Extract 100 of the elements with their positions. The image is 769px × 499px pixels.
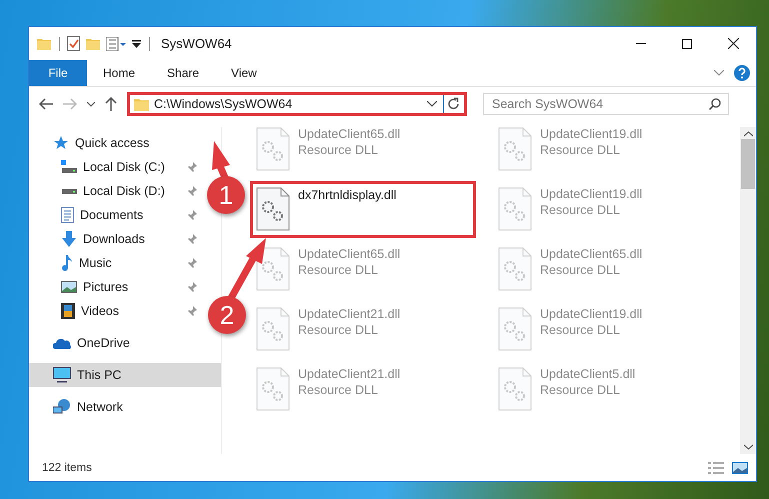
nav-item-label: Network	[77, 400, 124, 414]
music-note-icon	[61, 255, 73, 271]
file-name: UpdateClient21.dll	[298, 307, 400, 321]
minimize-icon	[636, 43, 646, 44]
nav-item-label: Documents	[80, 208, 144, 222]
gear-file-icon	[498, 187, 532, 231]
file-name: UpdateClient19.dll	[540, 127, 642, 141]
address-path: C:\Windows\SysWOW64	[154, 97, 294, 111]
scrollbar-thumb[interactable]	[741, 139, 755, 189]
document-icon	[61, 207, 74, 223]
nav-item[interactable]: This PC	[29, 363, 221, 387]
file-type: Resource DLL	[540, 143, 621, 157]
gear-file-icon	[256, 247, 290, 291]
drive-icon	[61, 160, 77, 174]
pin-icon[interactable]	[187, 258, 197, 268]
up-button[interactable]	[103, 95, 119, 113]
properties-icon[interactable]	[106, 36, 126, 50]
gear-file-icon	[498, 247, 532, 291]
window-title: SysWOW64	[161, 36, 233, 51]
recent-locations-button[interactable]	[85, 100, 97, 108]
nav-item-label: OneDrive	[77, 336, 131, 350]
gear-file-icon	[256, 187, 290, 231]
back-button[interactable]	[37, 96, 55, 112]
nav-item[interactable]: Videos	[29, 299, 201, 323]
nav-item[interactable]: Local Disk (D:)	[29, 179, 201, 203]
ribbon-tab[interactable]: Share	[151, 60, 216, 86]
file-type: Resource DLL	[298, 383, 379, 397]
file-name: UpdateClient65.dll	[540, 247, 642, 261]
folder-icon	[86, 36, 100, 50]
folder-icon	[134, 96, 149, 112]
star-icon	[53, 135, 69, 151]
nav-item-label: This PC	[77, 368, 122, 382]
down-arrow-icon	[61, 231, 77, 247]
file-name: UpdateClient65.dll	[298, 127, 400, 141]
ribbon-tab[interactable]: View	[215, 60, 273, 86]
nav-item[interactable]: OneDrive	[29, 331, 201, 355]
pin-icon[interactable]	[187, 210, 197, 220]
pin-icon[interactable]	[187, 162, 197, 172]
cloud-icon	[53, 338, 71, 348]
nav-item-label: Pictures	[83, 280, 130, 294]
file-type: Resource DLL	[540, 323, 621, 337]
gear-file-icon	[256, 127, 290, 171]
nav-item-label: Quick access	[75, 136, 150, 150]
file-name: UpdateClient21.dll	[298, 367, 400, 381]
file-type: Resource DLL	[298, 323, 379, 337]
folder-icon	[37, 36, 51, 50]
file-type: Resource DLL	[540, 203, 621, 217]
gear-file-icon	[256, 307, 290, 351]
file-type: Resource DLL	[298, 143, 379, 157]
vertical-scrollbar[interactable]	[740, 127, 756, 454]
pin-icon[interactable]	[187, 306, 197, 316]
nav-item[interactable]: Pictures	[29, 275, 201, 299]
nav-item[interactable]: Network	[29, 395, 201, 419]
nav-item-label: Videos	[81, 304, 120, 318]
file-name: UpdateClient5.dll	[540, 367, 636, 381]
gear-file-icon	[498, 127, 532, 171]
pin-icon[interactable]	[187, 234, 197, 244]
nav-item[interactable]: Documents	[29, 203, 201, 227]
checklist-icon[interactable]	[67, 36, 80, 51]
nav-item-label: Local Disk (C:)	[83, 160, 166, 174]
file-name: UpdateClient19.dll	[540, 187, 642, 201]
pin-icon[interactable]	[187, 186, 197, 196]
nav-item[interactable]: Local Disk (C:)	[29, 155, 201, 179]
monitor-icon	[53, 367, 71, 383]
file-name: UpdateClient65.dll	[298, 247, 400, 261]
help-icon[interactable]	[734, 65, 750, 81]
dropdown-caret-icon[interactable]	[132, 40, 141, 48]
address-bar[interactable]: C:\Windows\SysWOW64	[127, 92, 467, 116]
nav-item[interactable]: Downloads	[29, 227, 201, 251]
item-count: 122 items	[42, 462, 93, 474]
pin-icon[interactable]	[187, 282, 197, 292]
highlighted-file-item[interactable]: dx7hrtnldisplay.dll	[250, 181, 476, 238]
file-name: UpdateClient19.dll	[540, 307, 642, 321]
maximize-icon	[682, 38, 692, 48]
drive-icon	[61, 187, 77, 195]
details-view-icon[interactable]	[708, 462, 724, 474]
scroll-up-icon[interactable]	[744, 131, 752, 137]
film-icon	[61, 303, 75, 319]
nav-item-label: Local Disk (D:)	[83, 184, 166, 198]
file-name: dx7hrtnldisplay.dll	[298, 188, 396, 202]
dropdown-chevron-icon[interactable]	[427, 101, 437, 107]
expand-ribbon-icon[interactable]	[714, 70, 724, 76]
network-globe-icon	[53, 399, 71, 415]
file-type: Resource DLL	[540, 263, 621, 277]
close-icon	[728, 38, 738, 49]
file-type: Resource DLL	[540, 383, 621, 397]
search-icon[interactable]	[709, 98, 721, 110]
gear-file-icon	[256, 367, 290, 411]
nav-item-label: Downloads	[83, 232, 146, 246]
file-menu-tab[interactable]: File	[29, 60, 87, 86]
search-field[interactable]: Search SysWOW64	[483, 93, 729, 115]
nav-item[interactable]: Music	[29, 251, 201, 275]
scroll-down-icon[interactable]	[744, 444, 752, 450]
large-icons-view-icon[interactable]	[732, 462, 748, 474]
nav-item[interactable]: Quick access	[29, 131, 201, 155]
file-type: Resource DLL	[298, 263, 379, 277]
ribbon-tab[interactable]: Home	[87, 60, 152, 86]
picture-icon	[61, 281, 77, 293]
nav-item-label: Music	[79, 256, 113, 270]
gear-file-icon	[498, 367, 532, 411]
